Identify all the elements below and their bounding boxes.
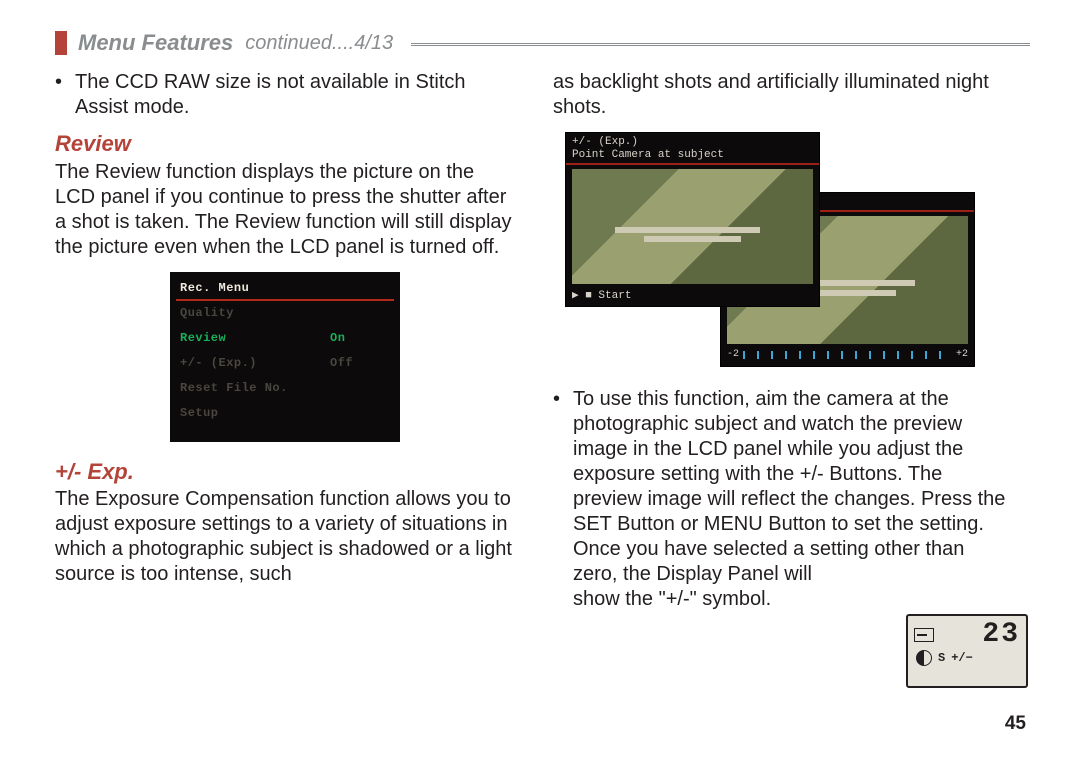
header-rule	[411, 43, 1030, 46]
rec-menu-row-setup: Setup	[176, 401, 394, 426]
exp-front-header: +/- (Exp.) Point Camera at subject	[566, 133, 819, 165]
header-title: Menu Features	[78, 30, 233, 56]
exp-front-start: ▶ ■ Start	[566, 288, 819, 306]
heading-exp: +/- Exp.	[55, 458, 515, 486]
exp-front-image	[572, 169, 813, 284]
rec-menu-title: Rec. Menu	[176, 276, 394, 301]
half-circle-icon	[916, 650, 932, 666]
exp-preview-figure: +/- (Exp.) Point Camera at subject ▶ ■ S…	[565, 132, 975, 367]
header-continued: continued....4/13	[245, 32, 393, 55]
bullet-exp-usage-text: To use this function, aim the camera at …	[573, 387, 1013, 612]
header-accent-bar	[55, 31, 67, 55]
bullet-ccdraw: • The CCD RAW size is not available in S…	[55, 70, 515, 120]
page-number: 45	[1005, 713, 1026, 735]
display-panel-plusminus: +/−	[951, 651, 973, 665]
display-panel-figure: 23 S +/−	[906, 614, 1028, 688]
para-review: The Review function displays the picture…	[55, 160, 515, 260]
bullet-dot-icon: •	[55, 70, 75, 120]
para-exp: The Exposure Compensation function allow…	[55, 487, 515, 587]
heading-review: Review	[55, 130, 515, 158]
exp-scale-ticks-icon	[743, 351, 952, 359]
card-icon	[914, 628, 934, 642]
exp-back-scale: -2 +2	[727, 348, 968, 362]
rec-menu-row-exp: +/- (Exp.) Off	[176, 351, 394, 376]
manual-page: Menu Features continued....4/13 • The CC…	[0, 0, 1080, 765]
exp-preview-front: +/- (Exp.) Point Camera at subject ▶ ■ S…	[565, 132, 820, 307]
rec-menu-lcd: Rec. Menu Quality Review On +/- (Exp.) O…	[170, 272, 400, 442]
two-column-layout: • The CCD RAW size is not available in S…	[55, 70, 1030, 620]
section-header: Menu Features continued....4/13	[55, 30, 1030, 56]
right-column: as backlight shots and artificially illu…	[553, 70, 1013, 620]
left-column: • The CCD RAW size is not available in S…	[55, 70, 515, 620]
display-panel-mode: S	[938, 651, 945, 665]
rec-menu-row-review: Review On	[176, 326, 394, 351]
display-panel-bottom: S +/−	[908, 650, 1026, 669]
rec-menu-row-reset: Reset File No.	[176, 376, 394, 401]
para-top-right: as backlight shots and artificially illu…	[553, 70, 1013, 120]
bullet-ccdraw-text: The CCD RAW size is not available in Sti…	[75, 70, 515, 120]
bullet-dot-icon: •	[553, 387, 573, 612]
display-panel-top: 23	[908, 616, 1026, 650]
bullet-exp-usage: • To use this function, aim the camera a…	[553, 387, 1013, 612]
rec-menu-row-quality: Quality	[176, 301, 394, 326]
display-panel-number: 23	[982, 619, 1020, 650]
